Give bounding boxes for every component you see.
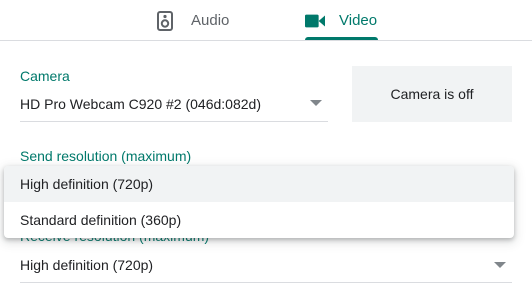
video-settings-page: Audio Video Camera HD Pro Webcam C920 #2…: [0, 0, 532, 290]
tab-video-label: Video: [339, 12, 378, 29]
menu-option-720p[interactable]: High definition (720p): [4, 166, 514, 202]
send-resolution-label: Send resolution (maximum): [20, 148, 192, 164]
tab-audio[interactable]: Audio: [155, 0, 229, 41]
menu-option-label: High definition (720p): [20, 176, 154, 192]
camera-select-value[interactable]: HD Pro Webcam C920 #2 (046d:082d): [20, 96, 261, 112]
tab-video[interactable]: Video: [305, 0, 377, 41]
settings-tabs: Audio Video: [0, 0, 532, 41]
camera-dropdown-caret-icon[interactable]: [310, 100, 322, 106]
videocam-icon: [305, 10, 325, 32]
active-tab-indicator: [305, 37, 378, 40]
camera-status-text: Camera is off: [390, 86, 474, 102]
menu-option-label: Standard definition (360p): [20, 212, 182, 228]
camera-label: Camera: [20, 68, 70, 84]
camera-preview: Camera is off: [352, 66, 512, 122]
send-resolution-menu: High definition (720p) Standard definiti…: [4, 166, 514, 238]
receive-resolution-caret-icon[interactable]: [494, 262, 506, 268]
receive-resolution-select-value[interactable]: High definition (720p): [20, 257, 153, 273]
menu-option-360p[interactable]: Standard definition (360p): [4, 202, 514, 238]
tab-audio-label: Audio: [191, 12, 230, 29]
speaker-icon: [155, 10, 175, 32]
receive-resolution-underline: [20, 282, 512, 283]
camera-select-underline: [20, 121, 328, 122]
